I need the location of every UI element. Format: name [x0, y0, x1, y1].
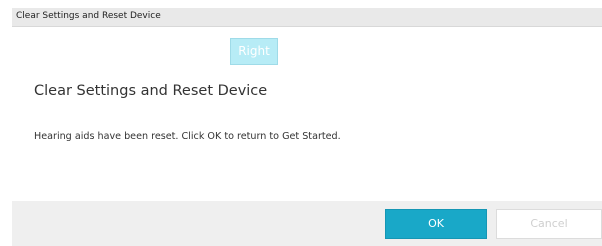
reset-confirmation-message: Hearing aids have been reset. Click OK t… [34, 131, 341, 142]
reset-device-dialog: Clear Settings and Reset Device Right Cl… [0, 0, 602, 246]
dialog-content: Right Clear Settings and Reset Device He… [12, 27, 602, 201]
side-badge-right: Right [230, 38, 278, 65]
cancel-button: Cancel [496, 209, 602, 239]
ok-button[interactable]: OK [385, 209, 487, 239]
dialog-footer: OK Cancel [12, 201, 602, 246]
window-titlebar[interactable]: Clear Settings and Reset Device [12, 8, 602, 27]
dialog-heading: Clear Settings and Reset Device [34, 83, 268, 99]
window-title: Clear Settings and Reset Device [16, 11, 161, 21]
